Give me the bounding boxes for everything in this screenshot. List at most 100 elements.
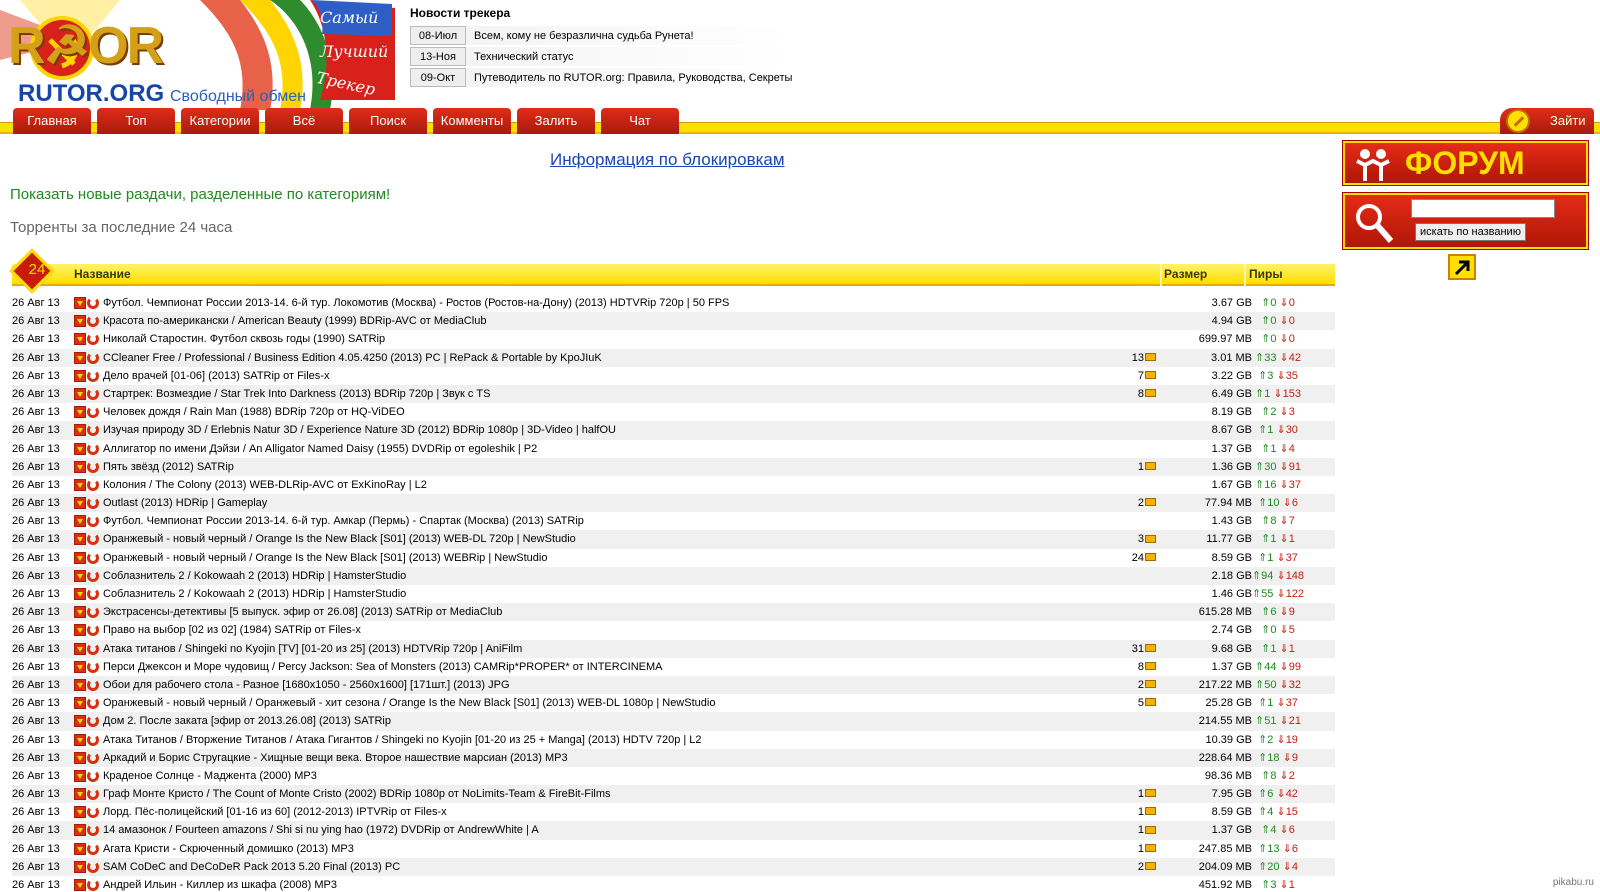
magnet-icon[interactable] xyxy=(87,515,99,528)
torrent-title-link[interactable]: Человек дождя / Rain Man (1988) BDRip 72… xyxy=(103,403,1133,421)
download-icon[interactable] xyxy=(74,442,86,455)
site-logo[interactable]: R☭OR RUTOR.ORG Свободный обмен Самый Луч… xyxy=(0,0,400,110)
download-icon[interactable] xyxy=(74,460,86,473)
magnet-icon[interactable] xyxy=(87,588,99,600)
download-icon[interactable] xyxy=(74,369,86,382)
torrent-title-link[interactable]: Аллигатор по имени Дэйзи / An Alligator … xyxy=(103,440,1133,458)
torrent-title-link[interactable]: Лорд. Пёс-полицейский [01-16 из 60] (201… xyxy=(103,803,1133,821)
table-row[interactable]: 26 Авг 13 Изучая природу 3D / Erlebnis Na… xyxy=(12,421,1335,440)
table-row[interactable]: 26 Авг 13 Граф Монте Кристо / The Count o… xyxy=(12,785,1335,804)
torrent-title-link[interactable]: Атака Титанов / Вторжение Титанов / Атак… xyxy=(103,731,1133,749)
comments-count[interactable]: 1 xyxy=(1092,803,1156,821)
magnet-icon[interactable] xyxy=(87,424,99,437)
table-row[interactable]: 26 Авг 13 Колония / The Colony (2013) WEB… xyxy=(12,476,1335,494)
magnet-icon[interactable] xyxy=(87,460,99,473)
table-row[interactable]: 26 Авг 13 Стартрек: Возмездие / Star Trek… xyxy=(12,384,1335,404)
menu-upload[interactable]: Залить xyxy=(517,108,595,134)
download-icon[interactable] xyxy=(74,715,86,728)
comments-count[interactable]: 13 xyxy=(1092,349,1156,367)
download-icon[interactable] xyxy=(74,533,86,546)
news-item[interactable]: 09-Окт Путеводитель по RUTOR.org: Правил… xyxy=(410,68,793,87)
table-row[interactable]: 26 Авг 13 Соблазнитель 2 / Kokowaah 2 (20… xyxy=(12,585,1335,603)
col-size[interactable]: Размер xyxy=(1164,267,1207,281)
table-row[interactable]: 26 Авг 13 Атака Титанов / Вторжение Титан… xyxy=(12,731,1335,749)
magnet-icon[interactable] xyxy=(87,769,99,782)
torrent-title-link[interactable]: Краденое Солнце - Маджента (2000) MP3 xyxy=(103,767,1133,785)
magnet-icon[interactable] xyxy=(87,624,99,637)
torrent-title-link[interactable]: Дом 2. После заката [эфир от 2013.26.08]… xyxy=(103,712,1133,730)
comments-count[interactable]: 5 xyxy=(1092,694,1156,712)
magnet-icon[interactable] xyxy=(87,533,99,546)
torrent-title-link[interactable]: Оранжевый - новый черный / Оранжевый - х… xyxy=(103,694,1133,712)
torrent-title-link[interactable]: 14 амазонок / Fourteen amazons / Shi si … xyxy=(103,821,1133,839)
table-row[interactable]: 26 Авг 13 Николай Старостин. Футбол сквоз… xyxy=(12,330,1335,348)
download-icon[interactable] xyxy=(74,788,86,801)
news-link[interactable]: Всем, кому не безразлична судьба Рунета! xyxy=(466,26,793,45)
download-icon[interactable] xyxy=(74,769,86,782)
table-row[interactable]: 26 Авг 13 Атака титанов / Shingeki no Kyo… xyxy=(12,639,1335,658)
download-icon[interactable] xyxy=(74,624,86,637)
torrent-title-link[interactable]: Пять звёзд (2012) SATRip xyxy=(103,458,1133,476)
comments-count[interactable]: 1 xyxy=(1092,821,1156,839)
show-new-link[interactable]: Показать новые раздачи, разделенные по к… xyxy=(10,186,390,203)
magnet-icon[interactable] xyxy=(87,351,99,364)
menu-search[interactable]: Поиск xyxy=(349,108,427,134)
magnet-icon[interactable] xyxy=(87,569,99,582)
torrent-title-link[interactable]: Андрей Ильин - Киллер из шкафа (2008) MP… xyxy=(103,876,1133,892)
magnet-icon[interactable] xyxy=(87,406,99,419)
download-icon[interactable] xyxy=(74,751,86,764)
menu-comments[interactable]: Комменты xyxy=(433,108,511,134)
torrent-title-link[interactable]: Атака титанов / Shingeki no Kyojin [TV] … xyxy=(103,640,1133,658)
comments-count[interactable]: 1 xyxy=(1092,785,1156,803)
download-icon[interactable] xyxy=(74,806,86,819)
table-row[interactable]: 26 Авг 13 Пять звёзд (2012) SATRip 1 1.36 G… xyxy=(12,457,1335,476)
table-row[interactable]: 26 Авг 13 Человек дождя / Rain Man (1988)… xyxy=(12,403,1335,421)
comments-count[interactable]: 2 xyxy=(1092,858,1156,876)
download-icon[interactable] xyxy=(74,697,86,710)
torrent-title-link[interactable]: Колония / The Colony (2013) WEB-DLRip-AV… xyxy=(103,476,1133,494)
download-icon[interactable] xyxy=(74,351,86,364)
comments-count[interactable]: 1 xyxy=(1092,458,1156,476)
menu-top[interactable]: Топ xyxy=(97,108,175,134)
comments-count[interactable]: 24 xyxy=(1092,549,1156,567)
download-icon[interactable] xyxy=(74,478,86,491)
torrent-title-link[interactable]: Изучая природу 3D / Erlebnis Natur 3D / … xyxy=(103,421,1133,439)
torrent-title-link[interactable]: SAM CoDeC and DeCoDeR Pack 2013 5.20 Fin… xyxy=(103,858,1133,876)
news-link[interactable]: Технический статус xyxy=(466,47,793,66)
torrent-title-link[interactable]: Футбол. Чемпионат России 2013-14. 6-й ту… xyxy=(103,294,1133,312)
table-row[interactable]: 26 Авг 13 CCleaner Free / Professional / … xyxy=(12,348,1335,367)
comments-count[interactable]: 1 xyxy=(1092,840,1156,858)
table-row[interactable]: 26 Авг 13 SAM CoDeC and DeCoDeR Pack 2013… xyxy=(12,857,1335,876)
table-row[interactable]: 26 Авг 13 Перси Джексон и Море чудовищ / … xyxy=(12,658,1335,676)
download-icon[interactable] xyxy=(74,678,86,691)
torrent-title-link[interactable]: Футбол. Чемпионат России 2013-14. 6-й ту… xyxy=(103,512,1133,530)
menu-home[interactable]: Главная xyxy=(13,108,91,134)
table-row[interactable]: 26 Авг 13 Дело врачей [01-06] (2013) SATR… xyxy=(12,367,1335,385)
comments-count[interactable]: 3 xyxy=(1092,530,1156,548)
magnet-icon[interactable] xyxy=(87,497,99,510)
torrent-title-link[interactable]: Обои для рабочего стола - Разное [1680x1… xyxy=(103,676,1133,694)
torrent-title-link[interactable]: Николай Старостин. Футбол сквозь годы (1… xyxy=(103,330,1133,348)
magnet-icon[interactable] xyxy=(87,678,99,691)
table-row[interactable]: 26 Авг 13 Оранжевый - новый черный / Оран… xyxy=(12,694,1335,712)
search-input[interactable] xyxy=(1411,199,1555,218)
download-icon[interactable] xyxy=(74,824,86,837)
torrent-title-link[interactable]: Право на выбор [02 из 02] (1984) SATRip … xyxy=(103,621,1133,639)
magnet-icon[interactable] xyxy=(87,860,99,873)
table-row[interactable]: 26 Авг 13 Оранжевый - новый черный / Oran… xyxy=(12,549,1335,567)
magnet-icon[interactable] xyxy=(87,606,99,619)
magnet-icon[interactable] xyxy=(87,733,99,746)
menu-chat[interactable]: Чат xyxy=(601,108,679,134)
table-row[interactable]: 26 Авг 13 Краденое Солнце - Маджента (200… xyxy=(12,767,1335,785)
table-row[interactable]: 26 Авг 13 Дом 2. После заката [эфир от 20… xyxy=(12,712,1335,731)
magnet-icon[interactable] xyxy=(87,751,99,764)
table-row[interactable]: 26 Авг 13 Андрей Ильин - Киллер из шкафа … xyxy=(12,876,1335,892)
magnet-icon[interactable] xyxy=(87,333,99,346)
torrent-title-link[interactable]: Дело врачей [01-06] (2013) SATRip от Fil… xyxy=(103,367,1133,385)
magnet-icon[interactable] xyxy=(87,879,99,891)
download-icon[interactable] xyxy=(74,333,86,346)
torrent-title-link[interactable]: Оранжевый - новый черный / Orange Is the… xyxy=(103,530,1133,548)
magnet-icon[interactable] xyxy=(87,715,99,728)
comments-count[interactable]: 31 xyxy=(1092,640,1156,658)
download-icon[interactable] xyxy=(74,660,86,673)
